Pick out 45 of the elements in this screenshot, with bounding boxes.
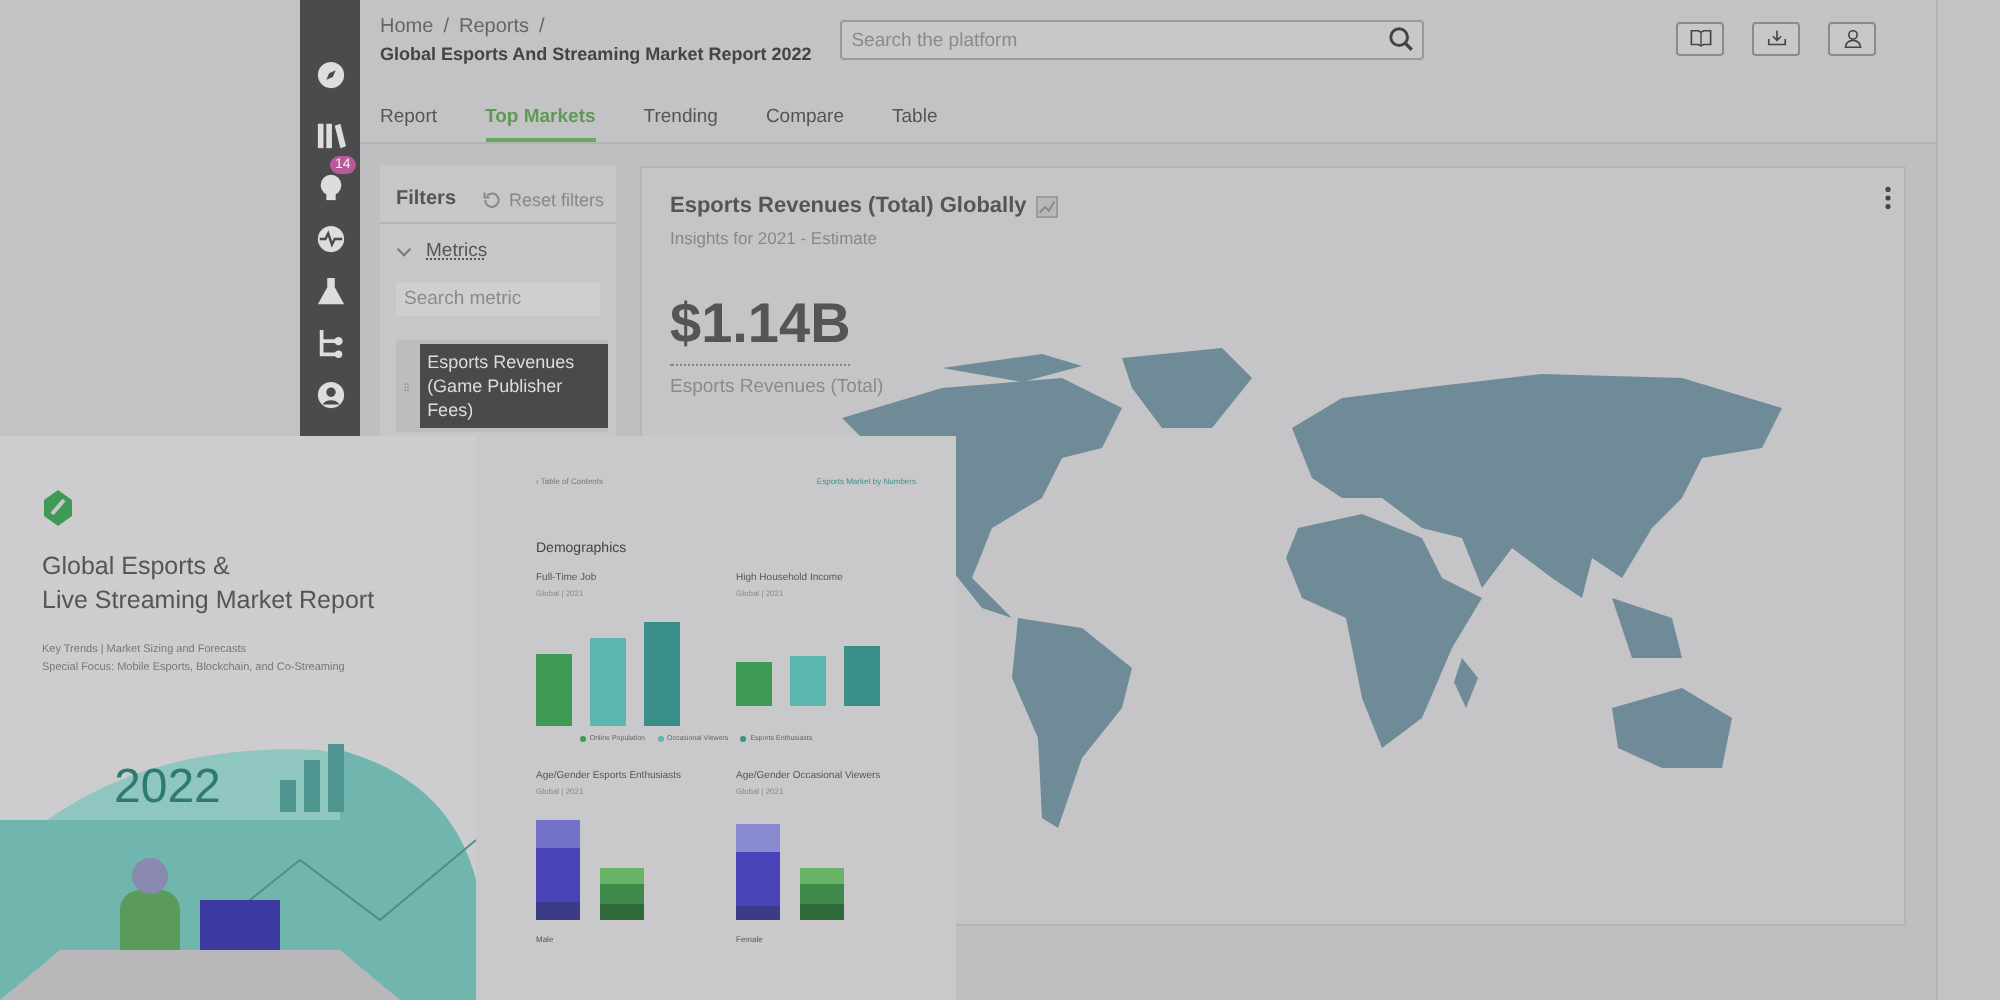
tab[interactable]: Compare xyxy=(765,100,845,142)
filters-heading: Filters xyxy=(396,188,457,210)
card-subtitle: Insights for 2021 - Estimate xyxy=(670,228,879,248)
report-title: Global Esports And Streaming Market Report 2022 xyxy=(380,44,812,64)
flask-icon[interactable] xyxy=(315,276,345,306)
bar-chart-drawing xyxy=(736,646,880,706)
tab[interactable]: Table xyxy=(892,100,938,142)
breadcrumb-link[interactable]: Reports xyxy=(458,16,529,38)
search-field[interactable]: Search the platform xyxy=(839,20,1424,60)
book-icon xyxy=(1689,28,1711,50)
metrics-section-toggle[interactable]: Metrics xyxy=(396,240,488,262)
metric-value: $1.14B xyxy=(670,292,851,366)
chevron-down-icon xyxy=(396,243,412,259)
hierarchy-icon[interactable] xyxy=(315,328,345,358)
reset-filters-button[interactable]: Reset filters xyxy=(482,189,604,209)
compass-icon[interactable] xyxy=(315,60,345,90)
metric-item[interactable]: Esports Revenues (Game Publisher Fees) xyxy=(419,344,608,429)
search-icon xyxy=(1387,26,1414,52)
book-button[interactable] xyxy=(1676,22,1724,56)
more-icon[interactable] xyxy=(1884,186,1892,210)
line-chart-icon xyxy=(1036,195,1059,217)
metric-label: Esports Revenues (Total) xyxy=(670,376,886,398)
user-icon xyxy=(1841,28,1863,50)
pulse-icon[interactable] xyxy=(315,224,345,254)
metric-search-field[interactable]: Search metric xyxy=(396,282,600,316)
reset-icon xyxy=(482,189,503,209)
tab[interactable]: Trending xyxy=(643,100,718,142)
cover-title-line: Live Streaming Market Report xyxy=(42,584,375,618)
logo-icon xyxy=(42,490,74,530)
breadcrumb-separator: / xyxy=(538,16,545,38)
bar-chart-drawing xyxy=(536,622,680,726)
breadcrumb-separator: / xyxy=(443,16,449,38)
cover-title-line: Global Esports & xyxy=(42,550,232,584)
stacked-bar-chart-drawing xyxy=(536,820,644,920)
download-button[interactable] xyxy=(1752,22,1800,56)
download-icon xyxy=(1765,28,1787,50)
stacked-bar-chart-drawing xyxy=(736,820,844,920)
books-icon[interactable] xyxy=(315,120,345,150)
year-label: 2022 xyxy=(114,760,221,816)
card-title: Esports Revenues (Total) Globally xyxy=(670,194,1027,218)
tab[interactable]: Report xyxy=(380,100,438,142)
lightbulb-icon[interactable] xyxy=(315,172,345,202)
user-button[interactable] xyxy=(1828,22,1876,56)
user-circle-icon[interactable] xyxy=(315,380,345,410)
breadcrumb-link[interactable]: Home xyxy=(380,16,434,38)
